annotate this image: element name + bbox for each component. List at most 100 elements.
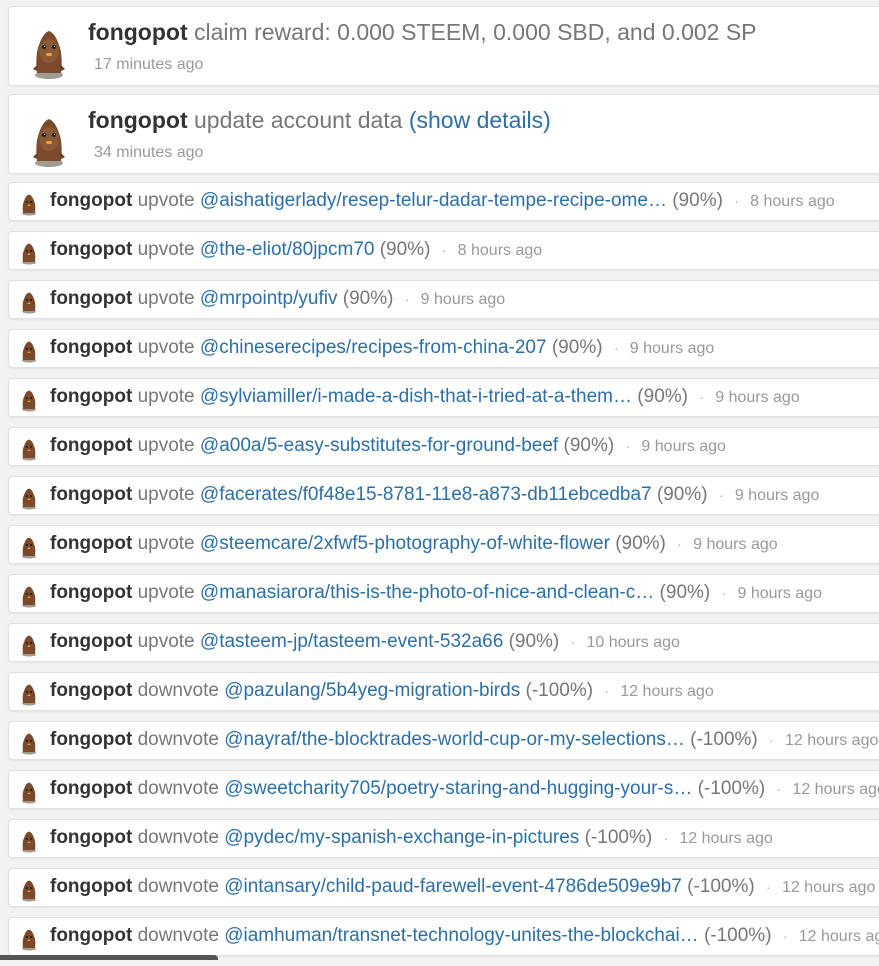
- vote-row: fongopot upvote @the-eliot/80jpcm70 (90%…: [8, 231, 879, 270]
- post-link[interactable]: @chineserecipes/recipes-from-china-207: [200, 337, 547, 358]
- vote-weight: (90%): [552, 337, 603, 358]
- vote-row: fongopot upvote @aishatigerlady/resep-te…: [8, 182, 879, 221]
- username-link[interactable]: fongopot: [50, 288, 132, 309]
- post-link[interactable]: @the-eliot/80jpcm70: [200, 239, 375, 260]
- vote-action: downvote: [138, 925, 219, 946]
- vote-action: downvote: [138, 876, 219, 897]
- vote-text: fongopot downvote @intansary/child-paud-…: [50, 876, 875, 898]
- vote-text: fongopot upvote @steemcare/2xfwf5-photog…: [50, 533, 778, 555]
- vote-row: fongopot upvote @sylviamiller/i-made-a-d…: [8, 378, 879, 417]
- username-link[interactable]: fongopot: [50, 190, 132, 211]
- username-link[interactable]: fongopot: [50, 876, 132, 897]
- username-link[interactable]: fongopot: [50, 631, 132, 652]
- user-avatar[interactable]: [19, 339, 39, 363]
- vote-timestamp: 9 hours ago: [630, 340, 715, 357]
- vote-action: upvote: [138, 337, 195, 358]
- user-avatar[interactable]: [19, 878, 39, 902]
- vote-weight: (90%): [660, 582, 711, 603]
- post-link[interactable]: @iamhuman/transnet-technology-unites-the…: [224, 925, 698, 946]
- post-link[interactable]: @mrpointp/yufiv: [200, 288, 338, 309]
- vote-row: fongopot upvote @a00a/5-easy-substitutes…: [8, 427, 879, 466]
- username-link[interactable]: fongopot: [50, 386, 132, 407]
- post-link[interactable]: @manasiarora/this-is-the-photo-of-nice-a…: [200, 582, 654, 603]
- activity-feed: fongopot claim reward: 0.000 STEEM, 0.00…: [8, 0, 879, 966]
- username-link[interactable]: fongopot: [50, 582, 132, 603]
- user-avatar[interactable]: [19, 780, 39, 804]
- vote-text: fongopot upvote @manasiarora/this-is-the…: [50, 582, 822, 604]
- vote-action: downvote: [138, 680, 219, 701]
- user-avatar[interactable]: [19, 388, 39, 412]
- vote-action: downvote: [138, 827, 219, 848]
- post-link[interactable]: @nayraf/the-blocktrades-world-cup-or-my-…: [224, 729, 685, 750]
- vote-weight: (-100%): [698, 778, 766, 799]
- user-avatar[interactable]: [19, 192, 39, 216]
- user-avatar[interactable]: [19, 731, 39, 755]
- user-avatar[interactable]: [19, 290, 39, 314]
- post-link[interactable]: @pazulang/5b4yeg-migration-birds: [224, 680, 520, 701]
- username-link[interactable]: fongopot: [50, 925, 132, 946]
- post-link[interactable]: @a00a/5-easy-substitutes-for-ground-beef: [200, 435, 558, 456]
- user-avatar[interactable]: [19, 633, 39, 657]
- vote-weight: (90%): [380, 239, 431, 260]
- activity-timestamp: 34 minutes ago: [94, 144, 203, 162]
- activity-text: fongopot update account data (show detai…: [88, 107, 551, 134]
- user-avatar[interactable]: [27, 113, 71, 169]
- username-link[interactable]: fongopot: [50, 680, 132, 701]
- username-link[interactable]: fongopot: [50, 239, 132, 260]
- vote-weight: (90%): [564, 435, 615, 456]
- user-avatar[interactable]: [19, 535, 39, 559]
- post-link[interactable]: @sylviamiller/i-made-a-dish-that-i-tried…: [200, 386, 632, 407]
- separator: ·: [699, 389, 704, 405]
- activity-card-claim-reward: fongopot claim reward: 0.000 STEEM, 0.00…: [8, 6, 879, 86]
- activity-timestamp: 17 minutes ago: [94, 56, 203, 74]
- vote-text: fongopot upvote @aishatigerlady/resep-te…: [50, 190, 835, 212]
- username-link[interactable]: fongopot: [88, 19, 188, 45]
- vote-weight: (90%): [509, 631, 560, 652]
- vote-timestamp: 12 hours ago: [782, 879, 875, 896]
- user-avatar[interactable]: [19, 241, 39, 265]
- username-link[interactable]: fongopot: [50, 533, 132, 554]
- vote-text: fongopot downvote @nayraf/the-blocktrade…: [50, 729, 878, 751]
- vote-timestamp: 9 hours ago: [641, 438, 726, 455]
- vote-weight: (90%): [343, 288, 394, 309]
- username-link[interactable]: fongopot: [50, 435, 132, 456]
- post-link[interactable]: @aishatigerlady/resep-telur-dadar-tempe-…: [200, 190, 667, 211]
- username-link[interactable]: fongopot: [50, 484, 132, 505]
- vote-row: fongopot upvote @manasiarora/this-is-the…: [8, 574, 879, 613]
- separator: ·: [614, 340, 619, 356]
- vote-row: fongopot downvote @sweetcharity705/poetr…: [8, 770, 879, 809]
- user-avatar[interactable]: [19, 437, 39, 461]
- user-avatar[interactable]: [19, 584, 39, 608]
- vote-timestamp: 8 hours ago: [750, 193, 835, 210]
- post-link[interactable]: @tasteem-jp/tasteem-event-532a66: [200, 631, 503, 652]
- username-link[interactable]: fongopot: [50, 337, 132, 358]
- post-link[interactable]: @sweetcharity705/poetry-staring-and-hugg…: [224, 778, 692, 799]
- vote-row: fongopot downvote @pydec/my-spanish-exch…: [8, 819, 879, 858]
- separator: ·: [405, 291, 410, 307]
- post-link[interactable]: @pydec/my-spanish-exchange-in-pictures: [224, 827, 579, 848]
- user-avatar[interactable]: [27, 25, 71, 81]
- vote-timestamp: 10 hours ago: [587, 634, 680, 651]
- vote-weight: (90%): [657, 484, 708, 505]
- username-link[interactable]: fongopot: [50, 778, 132, 799]
- show-details-link[interactable]: (show details): [409, 107, 551, 133]
- activity-action: claim reward: 0.000 STEEM, 0.000 SBD, an…: [194, 19, 757, 45]
- user-avatar[interactable]: [19, 829, 39, 853]
- separator: ·: [719, 487, 724, 503]
- username-link[interactable]: fongopot: [88, 107, 188, 133]
- user-avatar[interactable]: [19, 486, 39, 510]
- username-link[interactable]: fongopot: [50, 827, 132, 848]
- separator: ·: [663, 830, 668, 846]
- separator: ·: [776, 781, 781, 797]
- vote-timestamp: 9 hours ago: [737, 585, 822, 602]
- post-link[interactable]: @intansary/child-paud-farewell-event-478…: [224, 876, 682, 897]
- vote-action: upvote: [138, 533, 195, 554]
- user-avatar[interactable]: [19, 682, 39, 706]
- user-avatar[interactable]: [19, 927, 39, 951]
- vote-text: fongopot upvote @the-eliot/80jpcm70 (90%…: [50, 239, 542, 261]
- post-link[interactable]: @facerates/f0f48e15-8781-11e8-a873-db11e…: [200, 484, 652, 505]
- username-link[interactable]: fongopot: [50, 729, 132, 750]
- vote-action: upvote: [138, 190, 195, 211]
- vote-timestamp: 9 hours ago: [693, 536, 778, 553]
- post-link[interactable]: @steemcare/2xfwf5-photography-of-white-f…: [200, 533, 610, 554]
